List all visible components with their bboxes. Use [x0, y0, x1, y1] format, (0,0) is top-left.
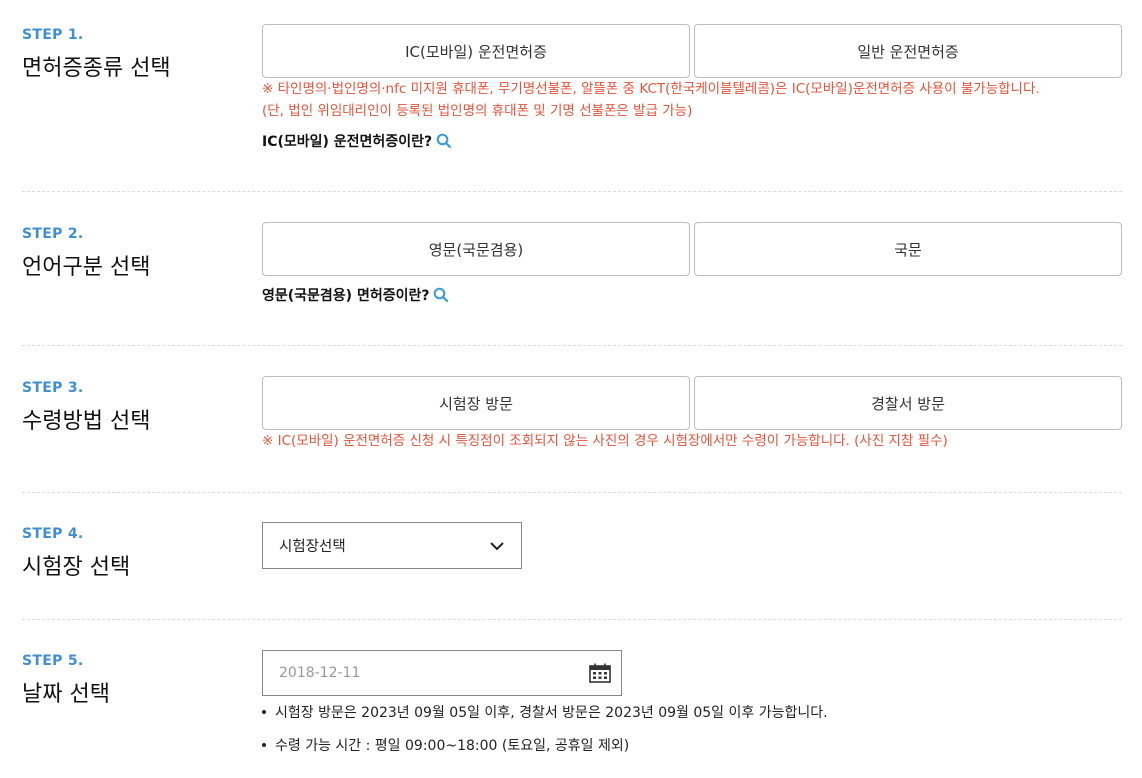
step-number: STEP 3.: [22, 380, 84, 396]
ic-mobile-license-button[interactable]: IC(모바일) 운전면허증: [262, 24, 690, 78]
ic-license-info-link[interactable]: IC(모바일) 운전면허증이란?: [262, 131, 452, 151]
step-title: 날짜 선택: [22, 682, 110, 707]
select-value: 시험장선택: [279, 539, 346, 555]
korean-button[interactable]: 국문: [694, 222, 1122, 276]
english-license-info-link[interactable]: 영문(국문겸용) 면허증이란?: [262, 285, 449, 305]
step-5-section: STEP 5. 날짜 선택 2018-12-11 시험장 방문은 2023년 0…: [22, 627, 1122, 778]
calendar-icon[interactable]: [589, 663, 611, 683]
step-3-section: STEP 3. 수령방법 선택 시험장 방문 경찰서 방문 ※ IC(모바일) …: [22, 354, 1122, 492]
general-license-button[interactable]: 일반 운전면허증: [694, 24, 1122, 78]
step-4-section: STEP 4. 시험장 선택 시험장선택: [22, 500, 1122, 620]
divider: [22, 345, 1122, 346]
step-number: STEP 1.: [22, 27, 84, 43]
step-title: 언어구분 선택: [22, 255, 151, 280]
notice-text-sub: (단, 법인 위임대리인이 등록된 법인명의 휴대폰 및 기명 선불폰은 발급 …: [262, 103, 693, 119]
step-number: STEP 5.: [22, 653, 84, 669]
list-item: 수령 가능 시간 : 평일 09:00~18:00 (토요일, 공휴일 제외): [262, 735, 629, 755]
date-picker-input[interactable]: 2018-12-11: [262, 650, 622, 696]
police-station-visit-button[interactable]: 경찰서 방문: [694, 376, 1122, 430]
step-title: 시험장 선택: [22, 555, 131, 580]
step-number: STEP 2.: [22, 226, 84, 242]
divider: [22, 619, 1122, 620]
test-center-select[interactable]: 시험장선택: [262, 522, 522, 569]
info-link-label: IC(모바일) 운전면허증이란?: [262, 134, 433, 150]
search-icon: [434, 287, 449, 303]
test-center-visit-button[interactable]: 시험장 방문: [262, 376, 690, 430]
divider: [22, 191, 1122, 192]
step-number: STEP 4.: [22, 526, 84, 542]
info-link-label: 영문(국문겸용) 면허증이란?: [262, 288, 430, 304]
step-title: 수령방법 선택: [22, 409, 151, 434]
notice-text: ※ IC(모바일) 운전면허증 신청 시 특징점이 조회되지 않는 사진의 경우…: [262, 433, 948, 449]
notice-text: ※ 타인명의·법인명의·nfc 미지원 휴대폰, 무기명선불폰, 알뜰폰 중 K…: [262, 81, 1040, 97]
english-korean-button[interactable]: 영문(국문겸용): [262, 222, 690, 276]
step-title: 면허증종류 선택: [22, 56, 171, 81]
divider: [22, 492, 1122, 493]
search-icon: [436, 133, 452, 149]
chevron-down-icon: [490, 541, 504, 550]
date-placeholder: 2018-12-11: [279, 665, 361, 681]
step-2-section: STEP 2. 언어구분 선택 영문(국문겸용) 국문 영문(국문겸용) 면허증…: [22, 200, 1122, 345]
list-item: 시험장 방문은 2023년 09월 05일 이후, 경찰서 방문은 2023년 …: [262, 702, 828, 722]
step-1-section: STEP 1. 면허증종류 선택 IC(모바일) 운전면허증 일반 운전면허증 …: [22, 0, 1122, 190]
